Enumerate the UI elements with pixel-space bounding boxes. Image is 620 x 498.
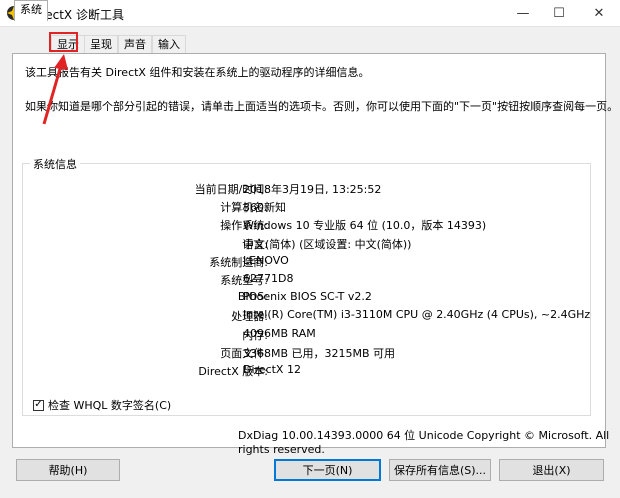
title-bar: DirectX 诊断工具 — ☐ ✕: [0, 0, 620, 27]
red-arrow-annotation: [42, 54, 68, 125]
system-info-label: 计算机名:: [220, 201, 268, 215]
system-info-row: 内存: 4096MB RAM: [30, 327, 590, 343]
tab-input[interactable]: 输入: [152, 35, 186, 53]
system-info-row: 语言: 中文(简体) (区域设置: 中文(简体)): [30, 236, 590, 252]
system-info-label: 系统型号:: [220, 274, 268, 287]
system-info-label: 当前日期/时间:: [194, 183, 268, 196]
maximize-button[interactable]: ☐: [542, 0, 576, 26]
system-info-value: 62771D8: [243, 272, 294, 285]
system-info-label: BIOS:: [237, 290, 268, 304]
system-info-label: 处理器:: [231, 310, 268, 324]
system-info-label: DirectX 版本:: [198, 365, 268, 378]
system-info-value: 2018年3月19日, 13:25:52: [243, 183, 382, 196]
system-info-row: 页面文件: 3368MB 已用，3215MB 可用: [30, 345, 590, 361]
system-info-label: 操作系统:: [220, 219, 268, 233]
close-button[interactable]: ✕: [578, 0, 620, 26]
system-info-value: DirectX 12: [243, 363, 301, 376]
system-info-value: Intel(R) Core(TM) i3-3110M CPU @ 2.40GHz…: [243, 308, 591, 322]
dxdiag-version-info: DxDiag 10.00.14393.0000 64 位 Unicode Cop…: [238, 429, 610, 456]
help-button[interactable]: 帮助(H): [16, 459, 120, 481]
system-info-value: 中文(简体) (区域设置: 中文(简体)): [243, 237, 412, 251]
system-info-row: 处理器: Intel(R) Core(TM) i3-3110M CPU @ 2.4…: [30, 308, 590, 324]
system-info-row: 系统制造商: LENOVO: [30, 254, 590, 270]
whql-checkbox-row[interactable]: ✓ 检查 WHQL 数字签名(C): [33, 397, 171, 413]
tab-display-highlight: [49, 32, 78, 52]
system-info-value: 4096MB RAM: [243, 326, 316, 340]
system-info-value: Phoenix BIOS SC-T v2.2: [243, 290, 372, 304]
tab-render[interactable]: 呈现: [84, 35, 118, 53]
next-page-button[interactable]: 下一页(N): [274, 459, 381, 481]
system-info-label: 页面文件:: [220, 346, 268, 360]
minimize-button[interactable]: —: [506, 0, 540, 26]
system-info-legend: 系统信息: [30, 156, 80, 172]
system-info-value: 3368MB 已用，3215MB 可用: [243, 346, 396, 360]
system-info-label: 语言:: [242, 237, 268, 251]
system-info-row: 系统型号: 62771D8: [30, 272, 590, 288]
save-all-info-button[interactable]: 保存所有信息(S)...: [389, 459, 491, 481]
system-info-value: LENOVO: [243, 253, 289, 267]
tab-system[interactable]: 系统: [14, 0, 48, 21]
intro-text-2: 如果你知道是哪个部分引起的错误，请单击上面适当的选项卡。否则，你可以使用下面的"…: [25, 100, 619, 113]
whql-checkbox-label[interactable]: 检查 WHQL 数字签名(C): [48, 397, 171, 413]
system-info-label: 系统制造商:: [209, 255, 268, 269]
system-info-row: 当前日期/时间: 2018年3月19日, 13:25:52: [30, 181, 590, 197]
system-info-value: 360新知: [243, 201, 286, 215]
system-info-label: 内存:: [242, 328, 268, 342]
system-info-row: 操作系统: Windows 10 专业版 64 位 (10.0，版本 14393): [30, 217, 590, 233]
system-info-row: BIOS: Phoenix BIOS SC-T v2.2: [30, 290, 590, 306]
whql-checkbox[interactable]: ✓: [33, 399, 44, 411]
system-info-value: Windows 10 专业版 64 位 (10.0，版本 14393): [243, 219, 487, 233]
tab-sound[interactable]: 声音: [118, 35, 152, 53]
system-info-row: DirectX 版本: DirectX 12: [30, 363, 590, 379]
system-info-row: 计算机名: 360新知: [30, 199, 590, 215]
exit-button[interactable]: 退出(X): [499, 459, 604, 481]
